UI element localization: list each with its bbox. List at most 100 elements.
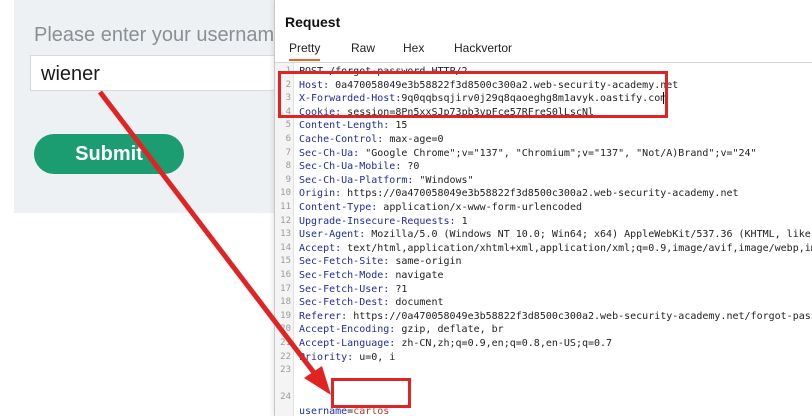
header-value: Mozilla/5.0 (Windows NT 10.0; Win64; x64… bbox=[365, 229, 811, 241]
request-line: 8 Sec-Ch-Ua-Mobile: ?0 bbox=[275, 160, 812, 174]
request-line: 5 Content-Length: 15 bbox=[275, 119, 812, 133]
header-name: Sec-Fetch-Dest: bbox=[299, 297, 390, 309]
header-value: zh-CN,zh;q=0.9,en;q=0.8,en-US;q=0.7 bbox=[395, 338, 613, 349]
request-view-tabs: Pretty Raw Hex Hackvertor bbox=[275, 38, 812, 62]
header-value: text/html,application/xhtml+xml,applicat… bbox=[341, 242, 812, 254]
line-content[interactable]: Cache-Control: max-age=0 bbox=[299, 133, 444, 147]
forgot-password-form-area: Please enter your usernam wiener Submit bbox=[0, 0, 285, 416]
headers-highlight-box bbox=[278, 71, 668, 118]
submit-button[interactable]: Submit bbox=[34, 134, 184, 174]
header-name: Content-Length: bbox=[299, 120, 390, 132]
request-line: 19 Referer: https://0a470058049e3b58822f3… bbox=[275, 310, 812, 324]
header-value: u=0, i bbox=[353, 351, 396, 363]
line-content[interactable]: Upgrade-Insecure-Requests: 1 bbox=[299, 215, 468, 229]
request-line: 18 Sec-Fetch-Dest: document bbox=[275, 296, 812, 310]
header-name: Origin: bbox=[299, 188, 342, 200]
line-number: 5 bbox=[285, 120, 291, 131]
line-content[interactable]: Sec-Fetch-Mode: navigate bbox=[299, 269, 444, 283]
header-value: https://0a470058049e3b58822f3d8500c300a2… bbox=[341, 188, 739, 200]
tab-pretty[interactable]: Pretty bbox=[289, 41, 321, 61]
line-number: 11 bbox=[280, 202, 291, 212]
line-number: 22 bbox=[280, 351, 291, 362]
request-line: 21 Accept-Language: zh-CN,zh;q=0.9,en;q=0… bbox=[275, 337, 812, 351]
tab-hackvertor[interactable]: Hackvertor bbox=[454, 41, 512, 55]
line-content[interactable]: Sec-Fetch-Dest: document bbox=[299, 296, 444, 310]
request-line: 10 Origin: https://0a470058049e3b58822f3d… bbox=[275, 187, 812, 201]
line-number: 14 bbox=[280, 242, 291, 253]
line-number: 23 bbox=[280, 365, 291, 376]
line-number: 7 bbox=[285, 147, 291, 158]
line-number: 17 bbox=[280, 283, 291, 294]
line-content[interactable]: Referer: https://0a470058049e3b58822f3d8… bbox=[299, 310, 812, 324]
header-name: Sec-Fetch-Site: bbox=[299, 256, 390, 268]
line-number: 21 bbox=[280, 338, 291, 348]
body-highlight-box bbox=[331, 378, 411, 408]
header-value: "Windows" bbox=[413, 174, 474, 186]
header-value: ?0 bbox=[401, 161, 420, 173]
request-line: 7 Sec-Ch-Ua: "Google Chrome";v="137", "Ch… bbox=[275, 147, 812, 161]
line-content[interactable]: Sec-Ch-Ua-Mobile: ?0 bbox=[299, 160, 419, 174]
line-content[interactable]: Accept: text/html,application/xhtml+xml,… bbox=[299, 242, 812, 256]
request-line: 14 Accept: text/html,application/xhtml+xm… bbox=[275, 242, 812, 256]
line-number: 24 bbox=[280, 392, 291, 403]
line-content[interactable]: Content-Length: 15 bbox=[299, 119, 407, 133]
line-content[interactable]: Sec-Ch-Ua: "Google Chrome";v="137", "Chr… bbox=[299, 147, 757, 161]
line-content[interactable]: Origin: https://0a470058049e3b58822f3d85… bbox=[299, 187, 739, 201]
header-name: Sec-Fetch-Mode: bbox=[299, 270, 390, 281]
username-input-value: wiener bbox=[41, 63, 100, 85]
line-number: 15 bbox=[280, 256, 291, 267]
tab-hex[interactable]: Hex bbox=[403, 41, 424, 55]
request-line: 22 Priority: u=0, i bbox=[275, 351, 812, 365]
text-cursor bbox=[663, 92, 664, 104]
header-value: document bbox=[389, 297, 444, 309]
header-value: max-age=0 bbox=[383, 134, 444, 145]
request-line: 15 Sec-Fetch-Site: same-origin bbox=[275, 255, 812, 269]
header-value: "Google Chrome";v="137", "Chromium";v="1… bbox=[359, 147, 757, 159]
line-content[interactable]: Accept-Language: zh-CN,zh;q=0.9,en;q=0.8… bbox=[299, 337, 612, 351]
request-title: Request bbox=[285, 14, 341, 30]
request-line: 23 bbox=[275, 364, 812, 378]
request-line: 17 Sec-Fetch-User: ?1 bbox=[275, 283, 812, 297]
username-input[interactable]: wiener bbox=[30, 55, 285, 91]
request-line: 12 Upgrade-Insecure-Requests: 1 bbox=[275, 215, 812, 229]
request-line: 11 Content-Type: application/x-www-form-u… bbox=[275, 201, 812, 215]
line-number: 8 bbox=[285, 161, 291, 172]
header-name: Accept-Encoding: bbox=[299, 324, 396, 336]
header-value: navigate bbox=[389, 270, 444, 281]
line-number: 13 bbox=[280, 229, 291, 240]
line-number: 18 bbox=[280, 297, 291, 308]
header-value: https://0a470058049e3b58822f3d8500c300a2… bbox=[347, 310, 812, 322]
request-line: 9 Sec-Ch-Ua-Platform: "Windows" bbox=[275, 174, 812, 188]
line-content[interactable]: Accept-Encoding: gzip, deflate, br bbox=[299, 323, 504, 337]
header-name: Sec-Ch-Ua: bbox=[299, 147, 360, 159]
header-name: Sec-Ch-Ua-Platform: bbox=[299, 174, 414, 186]
header-name: Priority: bbox=[299, 351, 354, 363]
request-panel: Request Pretty Raw Hex Hackvertor 1 POST … bbox=[274, 0, 812, 416]
header-name: Upgrade-Insecure-Requests: bbox=[299, 215, 456, 227]
line-number: 12 bbox=[280, 215, 291, 226]
tab-raw[interactable]: Raw bbox=[351, 41, 375, 55]
header-name: Cache-Control: bbox=[299, 134, 384, 145]
header-name: Sec-Ch-Ua-Mobile: bbox=[299, 161, 402, 173]
line-content[interactable]: Sec-Ch-Ua-Platform: "Windows" bbox=[299, 174, 474, 188]
line-content[interactable]: User-Agent: Mozilla/5.0 (Windows NT 10.0… bbox=[299, 228, 811, 242]
line-number: 20 bbox=[280, 324, 291, 335]
line-content[interactable]: Sec-Fetch-Site: same-origin bbox=[299, 255, 462, 269]
request-line: 20 Accept-Encoding: gzip, deflate, br bbox=[275, 323, 812, 337]
line-content[interactable]: Content-Type: application/x-www-form-url… bbox=[299, 201, 582, 215]
line-number: 16 bbox=[280, 270, 291, 280]
line-number: 10 bbox=[280, 188, 291, 199]
header-value: ?1 bbox=[389, 283, 408, 295]
header-name: Referer: bbox=[299, 310, 348, 322]
header-name: Accept-Language: bbox=[299, 338, 396, 349]
line-number: 19 bbox=[280, 310, 291, 321]
header-name: Sec-Fetch-User: bbox=[299, 283, 390, 295]
line-content[interactable]: Sec-Fetch-User: ?1 bbox=[299, 283, 407, 297]
line-number: 9 bbox=[285, 174, 291, 185]
header-name: User-Agent: bbox=[299, 229, 366, 241]
header-value: application/x-www-form-urlencoded bbox=[377, 202, 582, 213]
request-line: 13 User-Agent: Mozilla/5.0 (Windows NT 10… bbox=[275, 228, 812, 242]
line-number: 6 bbox=[285, 134, 291, 144]
line-content[interactable]: Priority: u=0, i bbox=[299, 351, 395, 365]
request-line: 16 Sec-Fetch-Mode: navigate bbox=[275, 269, 812, 283]
